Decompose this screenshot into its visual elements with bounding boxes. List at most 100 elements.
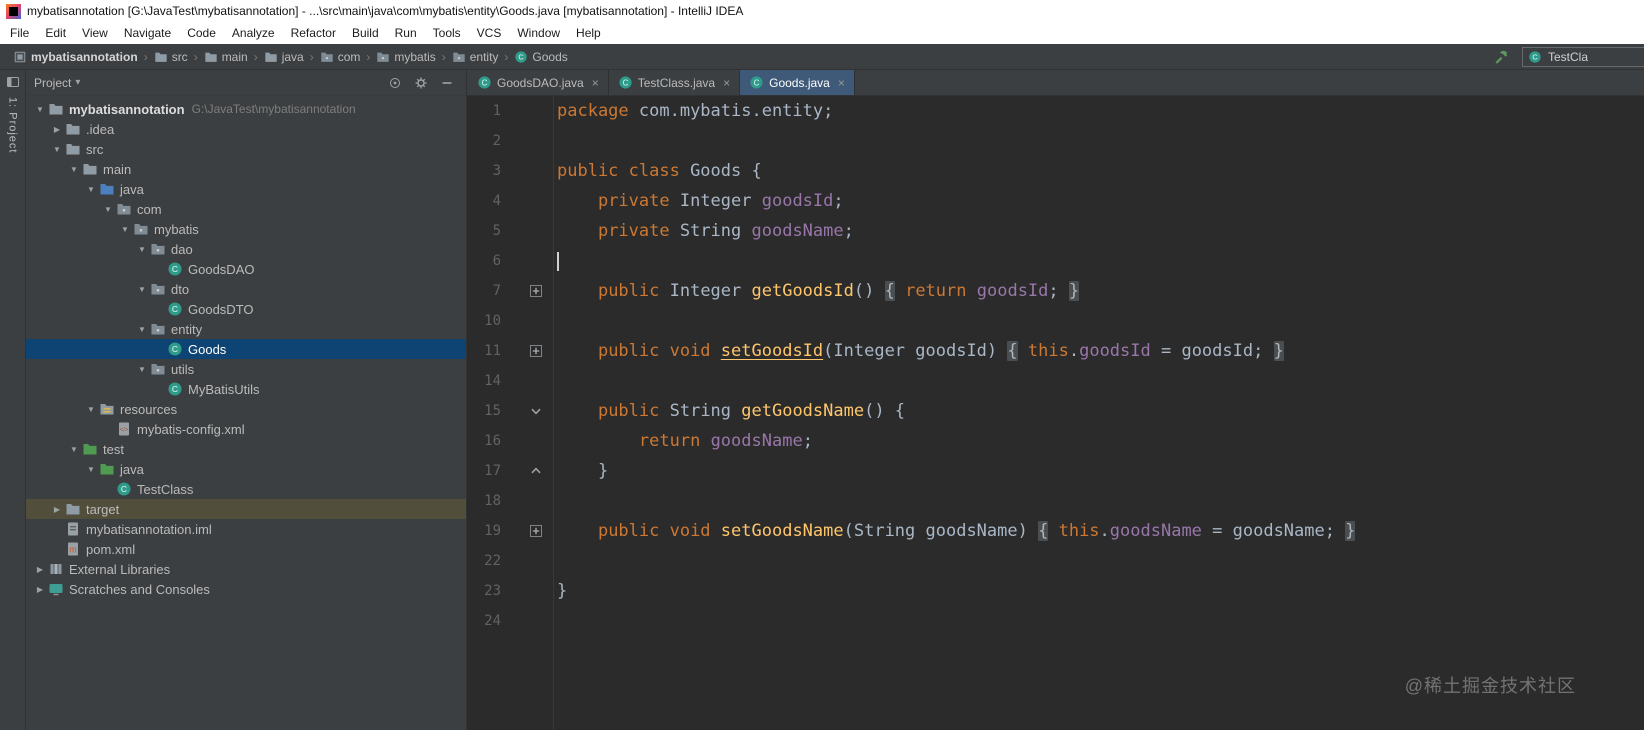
menu-item-build[interactable]: Build <box>344 24 387 42</box>
code-text[interactable]: private Integer goodsId; <box>553 191 844 211</box>
menu-item-analyze[interactable]: Analyze <box>224 24 283 42</box>
tree-item-pom-xml[interactable]: m pom.xml <box>26 539 466 559</box>
project-panel-title[interactable]: Project <box>34 76 71 90</box>
code-text[interactable]: public String getGoodsName() { <box>553 401 905 421</box>
breadcrumb-goods[interactable]: C Goods <box>511 49 570 65</box>
tree-item-testclass[interactable]: C TestClass <box>26 479 466 499</box>
chevron-expanded-icon[interactable]: ▼ <box>83 405 99 414</box>
tree-item-entity[interactable]: ▼ entity <box>26 319 466 339</box>
breadcrumb-entity[interactable]: entity <box>449 49 502 65</box>
chevron-expanded-icon[interactable]: ▼ <box>117 225 133 234</box>
tab-goods-java[interactable]: C Goods.java × <box>740 70 855 95</box>
code-text[interactable]: public class Goods { <box>553 161 762 181</box>
chevron-expanded-icon[interactable]: ▼ <box>134 245 150 254</box>
chevron-expanded-icon[interactable]: ▼ <box>134 285 150 294</box>
menu-item-run[interactable]: Run <box>387 24 425 42</box>
tree-item-external-libraries[interactable]: ▶ External Libraries <box>26 559 466 579</box>
run-configuration-select[interactable]: C TestCla <box>1522 46 1644 67</box>
code-text[interactable]: return goodsName; <box>553 431 813 451</box>
code-text[interactable]: } <box>553 461 608 481</box>
chevron-collapsed-icon[interactable]: ▶ <box>49 505 65 514</box>
chevron-collapsed-icon[interactable]: ▶ <box>32 565 48 574</box>
chevron-expanded-icon[interactable]: ▼ <box>100 205 116 214</box>
tree-item-resources[interactable]: ▼ resources <box>26 399 466 419</box>
menu-item-view[interactable]: View <box>74 24 116 42</box>
plus-fold-icon[interactable] <box>530 345 542 357</box>
fold-close-fold-icon[interactable] <box>530 465 542 477</box>
tree-item-main[interactable]: ▼ main <box>26 159 466 179</box>
breadcrumb-src[interactable]: src <box>151 49 191 65</box>
class-icon: C <box>167 341 183 357</box>
menu-item-edit[interactable]: Edit <box>37 24 74 42</box>
locate-file-icon[interactable] <box>384 76 406 90</box>
tree-item-mybatis[interactable]: ▼ mybatis <box>26 219 466 239</box>
chevron-expanded-icon[interactable]: ▼ <box>32 105 48 114</box>
code-text[interactable]: public void setGoodsId(Integer goodsId) … <box>553 341 1284 361</box>
code-editor[interactable]: 1 package com.mybatis.entity; 2 3 public cla… <box>467 96 1644 730</box>
tree-item-mybatisannotation[interactable]: ▼ mybatisannotation G:\JavaTest\mybatisann… <box>26 99 466 119</box>
tree-item-goodsdao[interactable]: C GoodsDAO <box>26 259 466 279</box>
breadcrumb-mybatis[interactable]: mybatis <box>373 49 438 65</box>
tab-goodsdao-java[interactable]: C GoodsDAO.java × <box>468 70 609 95</box>
hide-panel-icon[interactable] <box>436 76 458 90</box>
tree-item-com[interactable]: ▼ com <box>26 199 466 219</box>
project-tool-window-button[interactable]: 1: Project <box>7 97 19 153</box>
tree-item-utils[interactable]: ▼ utils <box>26 359 466 379</box>
chevron-expanded-icon[interactable]: ▼ <box>83 465 99 474</box>
breadcrumb-separator-icon: › <box>193 49 198 64</box>
plus-fold-icon[interactable] <box>530 285 542 297</box>
menu-item-file[interactable]: File <box>2 24 37 42</box>
tree-item-goods[interactable]: C Goods <box>26 339 466 359</box>
tree-item-mybatis-config-xml[interactable]: </> mybatis-config.xml <box>26 419 466 439</box>
svg-text:m: m <box>69 545 77 555</box>
svg-text:C: C <box>172 384 178 394</box>
chevron-expanded-icon[interactable]: ▼ <box>134 325 150 334</box>
tool-window-switcher-icon[interactable] <box>6 75 20 89</box>
code-text[interactable]: public Integer getGoodsId() { return goo… <box>553 281 1080 301</box>
gear-icon[interactable] <box>410 76 432 90</box>
code-text[interactable]: private String goodsName; <box>553 221 854 241</box>
code-text[interactable]: } <box>553 581 567 601</box>
tree-item-scratches-and-consoles[interactable]: ▶ Scratches and Consoles <box>26 579 466 599</box>
menu-item-tools[interactable]: Tools <box>425 24 469 42</box>
tree-item-mybatisannotation-iml[interactable]: mybatisannotation.iml <box>26 519 466 539</box>
menu-item-refactor[interactable]: Refactor <box>283 24 344 42</box>
tree-item-java[interactable]: ▼ java <box>26 459 466 479</box>
close-icon[interactable]: × <box>838 76 845 90</box>
chevron-expanded-icon[interactable]: ▼ <box>66 165 82 174</box>
menu-item-window[interactable]: Window <box>509 24 568 42</box>
chevron-collapsed-icon[interactable]: ▶ <box>32 585 48 594</box>
tree-item-target[interactable]: ▶ target <box>26 499 466 519</box>
code-text[interactable]: package com.mybatis.entity; <box>553 101 833 121</box>
tree-item-idea[interactable]: ▶ .idea <box>26 119 466 139</box>
tree-item-mybatisutils[interactable]: C MyBatisUtils <box>26 379 466 399</box>
breadcrumb-java[interactable]: java <box>261 49 307 65</box>
tree-item-dto[interactable]: ▼ dto <box>26 279 466 299</box>
menu-item-code[interactable]: Code <box>179 24 224 42</box>
chevron-expanded-icon[interactable]: ▼ <box>134 365 150 374</box>
breadcrumb-com[interactable]: com <box>317 49 364 65</box>
tree-item-src[interactable]: ▼ src <box>26 139 466 159</box>
fold-open-fold-icon[interactable] <box>530 405 542 417</box>
close-icon[interactable]: × <box>723 76 730 90</box>
menu-item-vcs[interactable]: VCS <box>469 24 510 42</box>
chevron-expanded-icon[interactable]: ▼ <box>49 145 65 154</box>
breadcrumb-main[interactable]: main <box>201 49 251 65</box>
menu-item-navigate[interactable]: Navigate <box>116 24 179 42</box>
chevron-expanded-icon[interactable]: ▼ <box>66 445 82 454</box>
tree-item-dao[interactable]: ▼ dao <box>26 239 466 259</box>
chevron-collapsed-icon[interactable]: ▶ <box>49 125 65 134</box>
tree-item-java[interactable]: ▼ java <box>26 179 466 199</box>
code-text[interactable]: public void setGoodsName(String goodsNam… <box>553 521 1356 541</box>
build-hammer-icon[interactable] <box>1494 49 1510 65</box>
tab-testclass-java[interactable]: C TestClass.java × <box>609 70 741 95</box>
svg-text:C: C <box>121 484 127 494</box>
tree-item-goodsdto[interactable]: C GoodsDTO <box>26 299 466 319</box>
menu-item-help[interactable]: Help <box>568 24 609 42</box>
plus-fold-icon[interactable] <box>530 525 542 537</box>
close-icon[interactable]: × <box>592 76 599 90</box>
breadcrumb-mybatisannotation[interactable]: mybatisannotation <box>10 49 141 65</box>
tree-item-test[interactable]: ▼ test <box>26 439 466 459</box>
folder-icon <box>264 50 278 64</box>
chevron-expanded-icon[interactable]: ▼ <box>83 185 99 194</box>
